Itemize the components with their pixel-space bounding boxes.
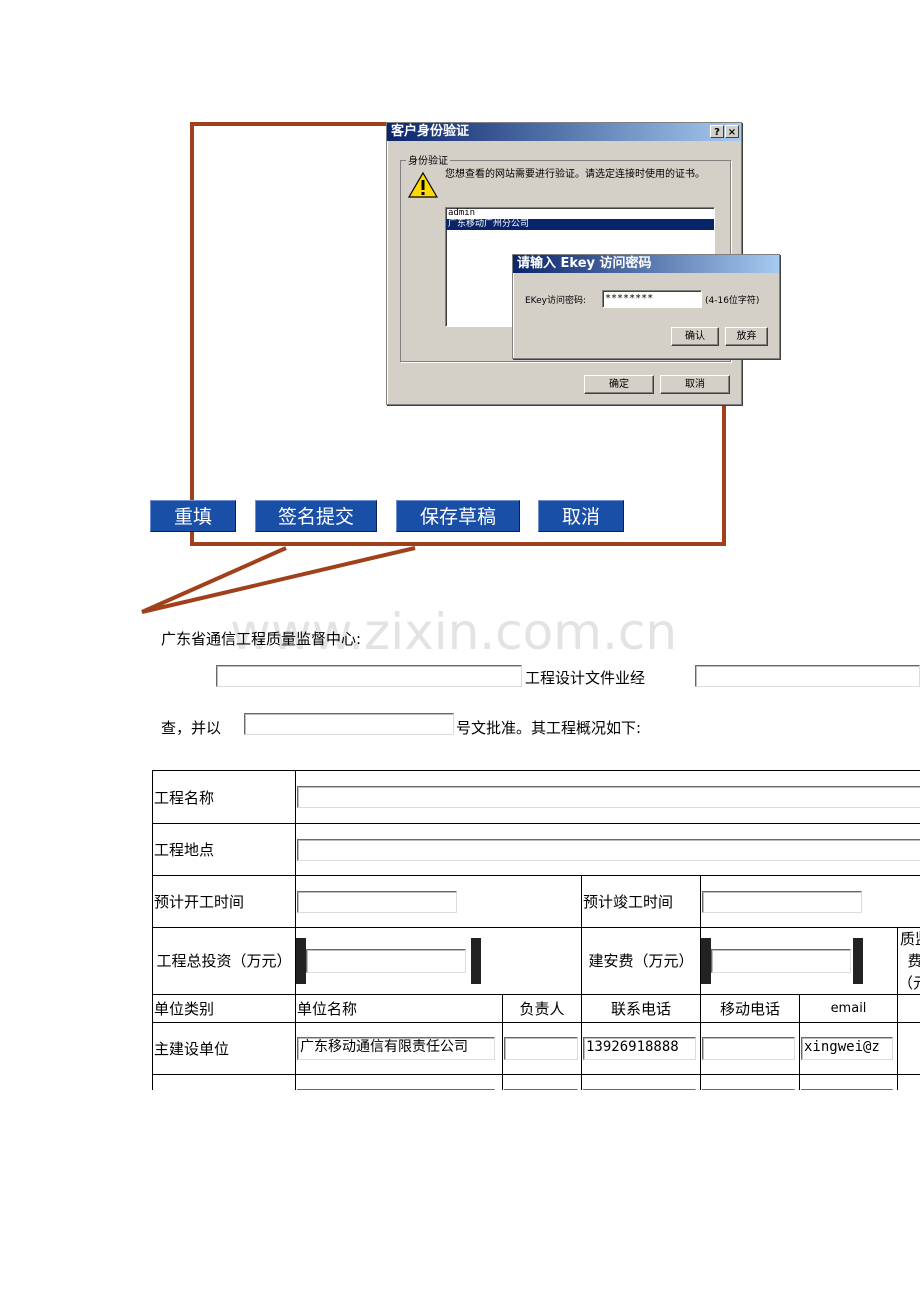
project-name-label: 工程名称 xyxy=(152,770,296,824)
schedule-row: 预计开工时间 预计竣工时间 xyxy=(152,875,920,928)
start-time-label: 预计开工时间 xyxy=(152,875,296,928)
auth-group-label: 身份验证 xyxy=(406,152,450,167)
table-row: 主建设单位 广东移动通信有限责任公司 13926918888 xingwei@z xyxy=(152,1022,920,1075)
construction-fee-input[interactable] xyxy=(711,949,851,973)
auth-dialog-title: 客户身份验证 xyxy=(391,124,470,139)
project-location-input[interactable] xyxy=(297,838,920,861)
qc-fee-label: 质监费（元） xyxy=(898,930,920,992)
auth-dialog-titlebar: 客户身份验证 ? × xyxy=(387,123,741,141)
approval-suffix-text: 号文批准。其工程概况如下: xyxy=(456,719,642,737)
reset-button[interactable]: 重填 xyxy=(150,500,236,532)
auth-ok-button[interactable]: 确定 xyxy=(584,375,654,394)
mobile-input[interactable] xyxy=(702,1037,795,1060)
project-field-input[interactable] xyxy=(216,665,522,687)
ekey-dialog-titlebar: 请输入 Ekey 访问密码 xyxy=(513,255,779,273)
cert-item-guangzhou[interactable]: 广东移动广州分公司 xyxy=(446,219,714,230)
construction-fee-edge xyxy=(701,938,711,984)
construction-fee-edge-right xyxy=(853,938,863,984)
total-investment-label: 工程总投资（万元） xyxy=(152,927,296,995)
design-doc-text: 工程设计文件业经 xyxy=(525,669,646,687)
save-draft-button[interactable]: 保存草稿 xyxy=(396,500,520,532)
total-investment-input[interactable] xyxy=(306,949,466,973)
ekey-giveup-button[interactable]: 放弃 xyxy=(725,327,768,346)
recipient-text: 广东省通信工程质量监督中心: xyxy=(161,630,362,648)
auth-cancel-button[interactable]: 取消 xyxy=(660,375,730,394)
end-time-input[interactable] xyxy=(702,890,862,913)
help-button[interactable]: ? xyxy=(710,125,724,138)
ekey-hint: (4-16位字符) xyxy=(705,296,760,306)
approval-prefix-text: 查，并以 xyxy=(161,719,222,737)
project-location-label: 工程地点 xyxy=(152,823,296,876)
project-location-row: 工程地点 xyxy=(152,823,920,876)
investment-row: 工程总投资（万元） 建安费（万元） 质监费（元） xyxy=(152,927,920,995)
header-email: email xyxy=(799,994,898,1023)
header-category: 单位类别 xyxy=(152,994,296,1023)
cert-item-admin[interactable]: admin xyxy=(446,208,714,219)
ekey-dialog: 请输入 Ekey 访问密码 EKey访问密码: ******** (4-16位字… xyxy=(512,254,780,359)
sign-submit-button[interactable]: 签名提交 xyxy=(255,500,377,532)
header-row: 单位类别 单位名称 负责人 联系电话 移动电话 email xyxy=(152,994,920,1023)
auth-message: 您想查看的网站需要进行验证。请选定连接时使用的证书。 xyxy=(445,169,705,180)
close-button[interactable]: × xyxy=(725,125,739,138)
total-investment-edge-right xyxy=(471,938,481,984)
project-name-row: 工程名称 xyxy=(152,770,920,824)
document-number-input[interactable] xyxy=(244,713,454,735)
header-mobile: 移动电话 xyxy=(700,994,800,1023)
ekey-dialog-title: 请输入 Ekey 访问密码 xyxy=(517,256,652,271)
email-input[interactable]: xingwei@z xyxy=(801,1037,893,1060)
ekey-password-input[interactable]: ******** xyxy=(602,290,702,308)
total-investment-edge xyxy=(296,938,306,984)
unit-name-input[interactable]: 广东移动通信有限责任公司 xyxy=(297,1037,495,1060)
row-category: 主建设单位 xyxy=(152,1022,296,1075)
start-time-input[interactable] xyxy=(297,890,457,913)
row-extra xyxy=(896,1022,920,1075)
ekey-field-label: EKey访问密码: xyxy=(525,296,587,306)
phone-input[interactable]: 13926918888 xyxy=(583,1037,696,1060)
header-unit-name: 单位名称 xyxy=(295,994,503,1023)
warning-icon xyxy=(407,171,439,198)
header-phone: 联系电话 xyxy=(581,994,701,1023)
construction-fee-label: 建安费（万元） xyxy=(581,927,701,995)
header-extra xyxy=(896,994,920,1023)
cancel-button[interactable]: 取消 xyxy=(538,500,624,532)
header-person: 负责人 xyxy=(502,994,582,1023)
project-table: 工程名称 工程地点 预计开工时间 预计竣工时间 工程总投资（万元） 建安费（万元… xyxy=(152,770,920,1127)
end-time-label: 预计竣工时间 xyxy=(581,875,701,928)
ekey-confirm-button[interactable]: 确认 xyxy=(671,327,719,346)
project-name-input[interactable] xyxy=(297,786,920,808)
qc-fee-cell: 质监费（元） xyxy=(896,927,920,995)
page-blank-area xyxy=(0,1090,920,1302)
person-input[interactable] xyxy=(504,1037,578,1060)
department-input[interactable] xyxy=(695,665,920,687)
